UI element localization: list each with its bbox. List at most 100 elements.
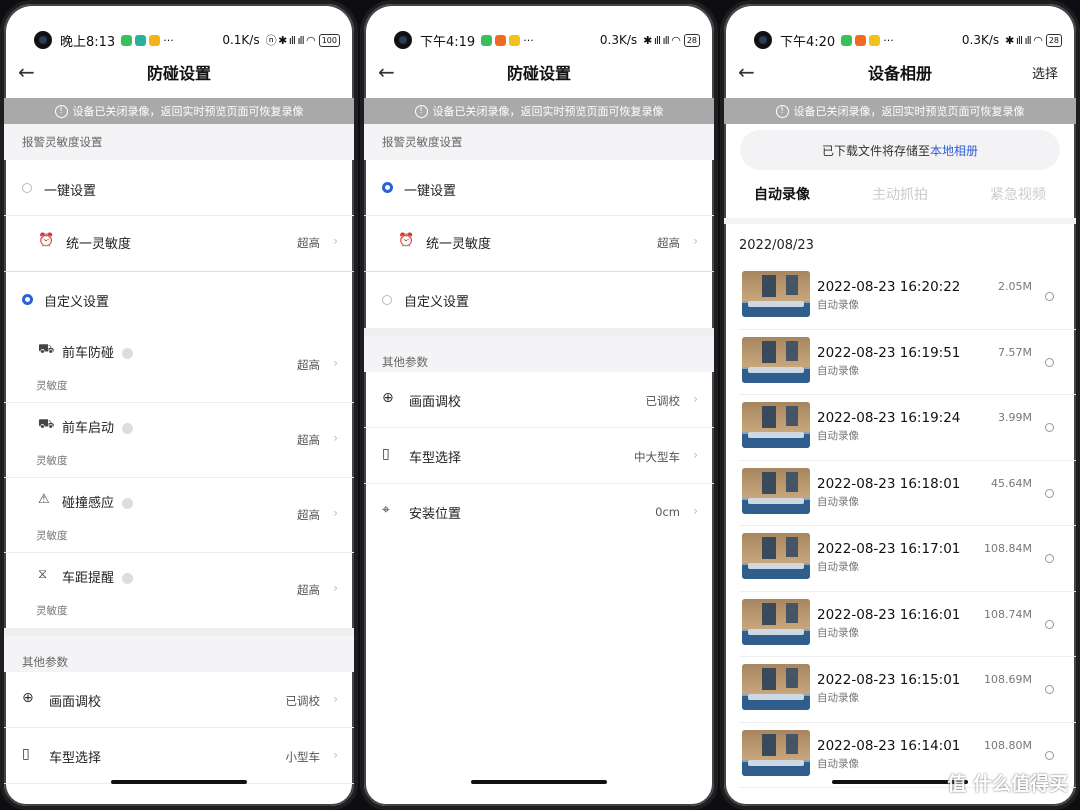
- item-label: 前车防碰: [62, 342, 134, 361]
- car-type-row[interactable]: ▯ 车型选择 小型车 ›: [4, 728, 354, 784]
- video-list-item[interactable]: 2022-08-23 16:16:01 自动录像 108.74M: [739, 592, 1076, 657]
- video-type: 自动录像: [817, 692, 859, 704]
- select-radio[interactable]: [1045, 619, 1054, 629]
- tab-auto-record[interactable]: 自动录像: [754, 184, 810, 204]
- calibration-label: 画面调校: [49, 695, 102, 710]
- section-header-alert: 报警灵敏度设置: [4, 124, 354, 160]
- video-type: 自动录像: [817, 561, 859, 573]
- back-arrow-icon[interactable]: ←: [378, 60, 395, 84]
- video-thumbnail[interactable]: [742, 336, 810, 383]
- help-dot-icon[interactable]: [122, 498, 134, 509]
- option-custom[interactable]: 自定义设置: [364, 272, 714, 328]
- select-radio[interactable]: [1045, 357, 1054, 367]
- local-album-link[interactable]: 本地相册: [930, 142, 978, 159]
- tab-emergency[interactable]: 紧急视频: [990, 184, 1046, 204]
- unified-label: 统一灵敏度: [66, 237, 132, 252]
- select-radio[interactable]: [1045, 423, 1054, 432]
- custom-item-collision-sense[interactable]: ⚠ 碰撞感应 超高 › 灵敏度: [4, 478, 354, 553]
- video-thumbnail[interactable]: [742, 664, 810, 710]
- video-list-item[interactable]: 2022-08-23 16:20:22 自动录像 2.05M: [739, 264, 1076, 330]
- select-radio[interactable]: [1045, 750, 1054, 760]
- home-indicator[interactable]: [471, 780, 607, 784]
- signal-icon: ✱ ıll ıll ◠: [643, 33, 681, 47]
- car-type-row[interactable]: ▯ 车型选择 中大型车 ›: [364, 428, 714, 484]
- video-thumbnail[interactable]: [742, 598, 810, 645]
- video-size: 2.05M: [998, 280, 1032, 293]
- radio-one-key[interactable]: [22, 183, 32, 193]
- video-time: 2022-08-23 16:19:24: [817, 410, 961, 426]
- video-list-item[interactable]: 2022-08-23 16:17:01 自动录像 108.84M: [739, 526, 1076, 592]
- page-title: 防碰设置: [146, 64, 211, 83]
- option-one-key[interactable]: 一键设置: [4, 160, 354, 216]
- car-icon: ▯: [22, 746, 30, 762]
- select-button[interactable]: 选择: [1032, 63, 1058, 82]
- chevron-right-icon: ›: [693, 234, 698, 248]
- install-position-row[interactable]: ⌖ 安装位置 0cm ›: [364, 484, 714, 540]
- more-icon: ···: [523, 33, 534, 47]
- battery-icon: 28: [1045, 33, 1062, 47]
- banner-text: 设备已关闭录像，返回实时预览页面可恢复录像: [432, 105, 664, 118]
- video-thumbnail[interactable]: [742, 271, 810, 317]
- select-radio[interactable]: [1045, 488, 1054, 498]
- custom-item-distance[interactable]: ⧖ 车距提醒 超高 › 灵敏度: [4, 553, 354, 628]
- video-type: 自动录像: [817, 364, 859, 377]
- select-radio[interactable]: [1045, 685, 1054, 694]
- chevron-right-icon: ›: [333, 581, 338, 595]
- help-dot-icon[interactable]: [122, 348, 134, 359]
- tab-snapshot[interactable]: 主动抓拍: [872, 184, 928, 204]
- radio-one-key[interactable]: [382, 182, 393, 193]
- custom-item-front-start[interactable]: ⛟ 前车启动 超高 › 灵敏度: [4, 403, 354, 478]
- info-icon: !: [414, 104, 428, 118]
- custom-item-front-collision[interactable]: ⛟ 前车防碰 超高 › 灵敏度: [4, 328, 354, 403]
- back-arrow-icon[interactable]: ←: [738, 60, 755, 84]
- car-type-value: 中大型车: [634, 450, 680, 464]
- video-thumbnail[interactable]: [742, 729, 810, 776]
- help-dot-icon[interactable]: [122, 423, 134, 434]
- note-text: 已下载文件将存储至: [821, 143, 930, 158]
- select-radio[interactable]: [1045, 554, 1054, 563]
- install-label: 安装位置: [409, 507, 462, 522]
- item-sub: 灵敏度: [36, 530, 68, 542]
- calibration-row[interactable]: ⊕ 画面调校 已调校 ›: [4, 672, 354, 728]
- video-size: 108.80M: [984, 738, 1032, 752]
- video-thumbnail[interactable]: [742, 402, 810, 448]
- video-size: 45.64M: [991, 476, 1032, 490]
- banner-text: 设备已关闭录像，返回实时预览页面可恢复录像: [72, 105, 304, 118]
- notification-icon: [121, 34, 133, 46]
- home-indicator[interactable]: [111, 780, 247, 784]
- album-tabs: 自动录像 主动抓拍 紧急视频: [724, 170, 1076, 224]
- option-custom[interactable]: 自定义设置: [4, 272, 354, 328]
- help-dot-icon[interactable]: [122, 573, 134, 584]
- unified-sensitivity-row[interactable]: ⏰ 统一灵敏度 超高 ›: [364, 216, 714, 272]
- chevron-right-icon: ›: [693, 504, 698, 518]
- radio-custom[interactable]: [382, 295, 392, 305]
- video-list-item[interactable]: 2022-08-23 16:19:51 自动录像 7.57M: [739, 330, 1076, 395]
- notification-icon: [509, 34, 521, 46]
- video-thumbnail[interactable]: [742, 467, 810, 514]
- item-label: 车距提醒: [62, 567, 134, 586]
- watermark-logo: 值 什么值得买: [947, 773, 1068, 795]
- video-thumbnail[interactable]: [742, 533, 810, 579]
- notification-icon: [135, 34, 147, 46]
- chevron-right-icon: ›: [333, 356, 338, 370]
- video-list-item[interactable]: 2022-08-23 16:15:01 自动录像 108.69M: [739, 657, 1076, 723]
- radio-custom[interactable]: [22, 294, 33, 305]
- page-title: 防碰设置: [506, 64, 571, 83]
- unified-value: 超高: [657, 236, 680, 250]
- notification-icon: [495, 34, 507, 46]
- calibration-row[interactable]: ⊕ 画面调校 已调校 ›: [364, 372, 714, 428]
- front-collision-icon: ⛟: [38, 342, 55, 357]
- front-camera: [754, 31, 772, 49]
- option-one-key[interactable]: 一键设置: [364, 160, 714, 216]
- section-header-other: 其他参数: [4, 628, 354, 672]
- video-time: 2022-08-23 16:20:22: [817, 279, 961, 295]
- car-type-value: 小型车: [285, 750, 321, 764]
- front-camera: [34, 31, 52, 49]
- select-radio[interactable]: [1045, 292, 1054, 301]
- video-list-item[interactable]: 2022-08-23 16:19:24 自动录像 3.99M: [739, 395, 1076, 461]
- unified-sensitivity-row[interactable]: ⏰ 统一灵敏度 超高 ›: [4, 216, 354, 272]
- notification-icon: [855, 34, 867, 46]
- video-list-item[interactable]: 2022-08-23 16:18:01 自动录像 45.64M: [739, 461, 1076, 526]
- back-arrow-icon[interactable]: ←: [18, 60, 35, 84]
- info-icon: !: [54, 104, 68, 118]
